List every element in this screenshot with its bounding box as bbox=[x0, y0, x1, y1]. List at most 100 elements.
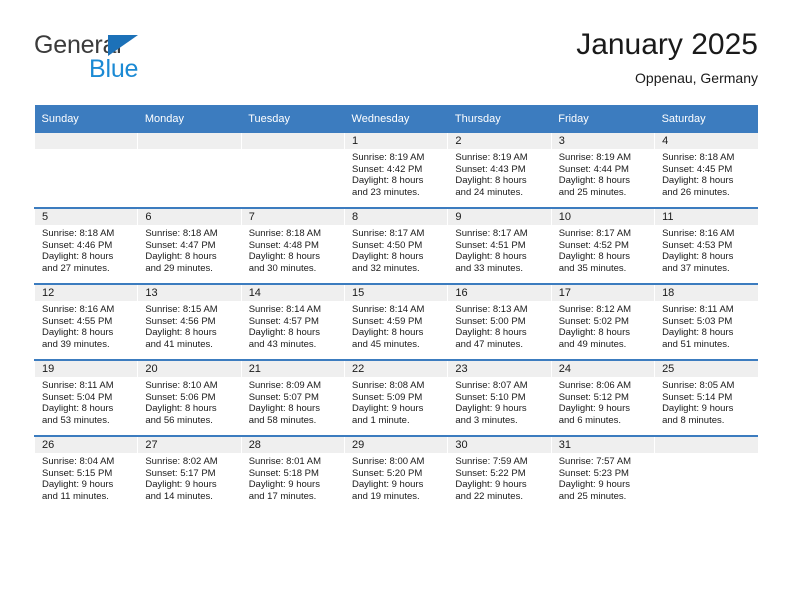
day-sun-info: Sunrise: 8:15 AM Sunset: 4:56 PM Daylight:… bbox=[138, 301, 240, 350]
calendar-day-cell[interactable]: 28 Sunrise: 8:01 AM Sunset: 5:18 PM Dayligh… bbox=[240, 435, 345, 511]
day-sunrise-line: Sunrise: 8:07 AM bbox=[455, 380, 528, 391]
calendar-day-cell[interactable]: 2 Sunrise: 8:19 AM Sunset: 4:43 PM Daylight… bbox=[447, 133, 552, 208]
day-daylight-line: and 25 minutes. bbox=[558, 490, 627, 502]
calendar-day-cell[interactable]: 3 Sunrise: 8:19 AM Sunset: 4:44 PM Daylight… bbox=[550, 133, 655, 208]
day-daylight-line: and 29 minutes. bbox=[145, 262, 213, 274]
calendar-day-cell[interactable]: 17 Sunrise: 8:12 AM Sunset: 5:02 PM Dayligh… bbox=[550, 283, 655, 360]
day-cell-inner bbox=[35, 133, 138, 207]
day-sun-info: Sunrise: 7:59 AM Sunset: 5:22 PM Daylight:… bbox=[448, 453, 550, 502]
day-daylight-line: Daylight: 8 hours bbox=[558, 251, 631, 263]
day-daylight-line: and 53 minutes. bbox=[42, 414, 110, 426]
calendar-day-cell[interactable]: 25 Sunrise: 8:05 AM Sunset: 5:14 PM Dayligh… bbox=[654, 359, 758, 436]
day-daylight-line: and 3 minutes. bbox=[455, 414, 518, 426]
day-sunrise-line: Sunrise: 8:16 AM bbox=[662, 228, 735, 239]
calendar-day-cell[interactable]: 6 Sunrise: 8:18 AM Sunset: 4:47 PM Daylight… bbox=[137, 207, 242, 284]
day-cell-inner: 6 Sunrise: 8:18 AM Sunset: 4:47 PM Daylight… bbox=[138, 209, 241, 283]
calendar-day-cell[interactable]: 27 Sunrise: 8:02 AM Sunset: 5:17 PM Dayligh… bbox=[137, 435, 242, 511]
calendar-day-cell[interactable]: 9 Sunrise: 8:17 AM Sunset: 4:51 PM Daylight… bbox=[447, 207, 552, 284]
day-sun-info: Sunrise: 8:19 AM Sunset: 4:44 PM Daylight:… bbox=[552, 149, 654, 198]
calendar-day-cell[interactable]: 24 Sunrise: 8:06 AM Sunset: 5:12 PM Dayligh… bbox=[550, 359, 655, 436]
calendar-day-cell[interactable]: 19 Sunrise: 8:11 AM Sunset: 5:04 PM Dayligh… bbox=[33, 359, 138, 436]
day-daylight-line: Daylight: 8 hours bbox=[352, 175, 424, 187]
day-sunset-line: Sunset: 5:10 PM bbox=[455, 391, 526, 403]
day-cell-inner: 2 Sunrise: 8:19 AM Sunset: 4:43 PM Daylight… bbox=[448, 133, 551, 207]
day-daylight-line: and 47 minutes. bbox=[455, 338, 523, 350]
calendar-day-cell[interactable]: 10 Sunrise: 8:17 AM Sunset: 4:52 PM Dayligh… bbox=[550, 207, 655, 284]
day-sun-info: Sunrise: 8:16 AM Sunset: 4:53 PM Daylight:… bbox=[655, 225, 758, 274]
calendar-day-cell[interactable]: 26 Sunrise: 8:04 AM Sunset: 5:15 PM Dayligh… bbox=[33, 435, 138, 511]
calendar-day-cell[interactable]: 14 Sunrise: 8:14 AM Sunset: 4:57 PM Dayligh… bbox=[240, 283, 345, 360]
page-header: General Blue January 2025 Oppenau, Germa… bbox=[34, 26, 758, 100]
calendar-day-cell[interactable]: 8 Sunrise: 8:17 AM Sunset: 4:50 PM Daylight… bbox=[344, 207, 448, 284]
day-number: 21 bbox=[241, 361, 345, 377]
calendar-day-cell[interactable]: 12 Sunrise: 8:16 AM Sunset: 4:55 PM Dayligh… bbox=[33, 283, 138, 360]
day-number: 1 bbox=[345, 133, 448, 149]
day-number: 23 bbox=[448, 361, 551, 377]
day-number bbox=[138, 133, 241, 149]
day-daylight-line: Daylight: 8 hours bbox=[662, 327, 734, 339]
calendar-day-cell[interactable]: 29 Sunrise: 8:00 AM Sunset: 5:20 PM Dayligh… bbox=[344, 435, 448, 511]
day-daylight-line: and 19 minutes. bbox=[352, 490, 420, 502]
general-blue-logo: General Blue bbox=[34, 32, 264, 92]
day-number bbox=[241, 133, 345, 149]
weekday-header-thursday: Thursday bbox=[447, 105, 552, 133]
day-number: 7 bbox=[241, 209, 345, 225]
calendar-day-cell[interactable]: 13 Sunrise: 8:15 AM Sunset: 4:56 PM Dayligh… bbox=[137, 283, 242, 360]
day-sunrise-line: Sunrise: 8:02 AM bbox=[145, 456, 218, 467]
day-daylight-line: and 33 minutes. bbox=[455, 262, 523, 274]
day-number: 6 bbox=[138, 209, 241, 225]
calendar-day-cell[interactable]: 5 Sunrise: 8:18 AM Sunset: 4:46 PM Daylight… bbox=[33, 207, 138, 284]
day-number: 24 bbox=[551, 361, 655, 377]
calendar-day-cell[interactable]: 15 Sunrise: 8:14 AM Sunset: 4:59 PM Dayligh… bbox=[344, 283, 448, 360]
day-sun-info: Sunrise: 8:09 AM Sunset: 5:07 PM Daylight:… bbox=[242, 377, 344, 426]
day-daylight-line: Daylight: 9 hours bbox=[558, 479, 631, 491]
day-sunrise-line: Sunrise: 7:59 AM bbox=[455, 456, 528, 467]
calendar-day-cell[interactable]: 31 Sunrise: 7:57 AM Sunset: 5:23 PM Dayligh… bbox=[550, 435, 655, 511]
day-sunrise-line: Sunrise: 8:01 AM bbox=[248, 456, 322, 467]
calendar-day-cell[interactable]: 7 Sunrise: 8:18 AM Sunset: 4:48 PM Daylight… bbox=[240, 207, 345, 284]
day-sunset-line: Sunset: 4:45 PM bbox=[662, 163, 733, 175]
calendar-day-cell[interactable]: 18 Sunrise: 8:11 AM Sunset: 5:03 PM Dayligh… bbox=[654, 283, 758, 360]
day-sunrise-line: Sunrise: 8:08 AM bbox=[352, 380, 425, 391]
calendar-day-cell[interactable]: 30 Sunrise: 7:59 AM Sunset: 5:22 PM Dayligh… bbox=[447, 435, 552, 511]
day-daylight-line: and 23 minutes. bbox=[352, 186, 420, 198]
calendar-day-cell[interactable]: 20 Sunrise: 8:10 AM Sunset: 5:06 PM Dayligh… bbox=[137, 359, 242, 436]
calendar-day-cell[interactable]: 23 Sunrise: 8:07 AM Sunset: 5:10 PM Dayligh… bbox=[447, 359, 552, 436]
day-sunrise-line: Sunrise: 8:19 AM bbox=[558, 152, 632, 163]
day-number: 15 bbox=[345, 285, 448, 301]
day-sun-info: Sunrise: 8:17 AM Sunset: 4:51 PM Daylight:… bbox=[448, 225, 550, 274]
day-number: 22 bbox=[345, 361, 448, 377]
day-sunrise-line: Sunrise: 8:13 AM bbox=[455, 304, 528, 315]
weekday-header-tuesday: Tuesday bbox=[241, 105, 345, 133]
calendar-week-row: 12 Sunrise: 8:16 AM Sunset: 4:55 PM Dayligh… bbox=[33, 283, 758, 360]
calendar-day-cell[interactable]: 22 Sunrise: 8:08 AM Sunset: 5:09 PM Dayligh… bbox=[344, 359, 448, 436]
day-sun-info: Sunrise: 8:00 AM Sunset: 5:20 PM Daylight:… bbox=[345, 453, 447, 502]
day-sun-info: Sunrise: 8:10 AM Sunset: 5:06 PM Daylight:… bbox=[138, 377, 240, 426]
calendar-day-cell-empty bbox=[654, 435, 758, 511]
day-daylight-line: and 22 minutes. bbox=[455, 490, 523, 502]
day-sunrise-line: Sunrise: 8:11 AM bbox=[42, 380, 114, 391]
day-daylight-line: Daylight: 9 hours bbox=[558, 403, 631, 415]
day-sunrise-line: Sunrise: 8:12 AM bbox=[558, 304, 632, 315]
day-cell-inner: 7 Sunrise: 8:18 AM Sunset: 4:48 PM Daylight… bbox=[241, 209, 345, 283]
day-sunset-line: Sunset: 5:12 PM bbox=[558, 391, 629, 403]
title-block: January 2025 Oppenau, Germany bbox=[576, 26, 758, 88]
day-number: 31 bbox=[551, 437, 655, 453]
day-sun-info: Sunrise: 8:13 AM Sunset: 5:00 PM Daylight:… bbox=[448, 301, 550, 350]
weekday-header-friday: Friday bbox=[551, 105, 655, 133]
calendar-day-cell[interactable]: 16 Sunrise: 8:13 AM Sunset: 5:00 PM Dayligh… bbox=[447, 283, 552, 360]
calendar-day-cell[interactable]: 1 Sunrise: 8:19 AM Sunset: 4:42 PM Daylight… bbox=[344, 133, 448, 208]
day-cell-inner: 9 Sunrise: 8:17 AM Sunset: 4:51 PM Daylight… bbox=[448, 209, 551, 283]
day-cell-inner: 24 Sunrise: 8:06 AM Sunset: 5:12 PM Dayligh… bbox=[551, 361, 655, 435]
day-number: 28 bbox=[241, 437, 345, 453]
day-daylight-line: Daylight: 8 hours bbox=[352, 327, 424, 339]
day-sunrise-line: Sunrise: 8:06 AM bbox=[558, 380, 632, 391]
day-cell-inner: 25 Sunrise: 8:05 AM Sunset: 5:14 PM Dayligh… bbox=[655, 361, 758, 435]
calendar-day-cell[interactable]: 21 Sunrise: 8:09 AM Sunset: 5:07 PM Dayligh… bbox=[240, 359, 345, 436]
day-sunset-line: Sunset: 5:22 PM bbox=[455, 467, 526, 479]
calendar-day-cell[interactable]: 4 Sunrise: 8:18 AM Sunset: 4:45 PM Daylight… bbox=[654, 133, 758, 208]
day-sun-info: Sunrise: 8:14 AM Sunset: 4:57 PM Daylight:… bbox=[242, 301, 344, 350]
day-sun-info: Sunrise: 8:18 AM Sunset: 4:48 PM Daylight:… bbox=[242, 225, 344, 274]
calendar-day-cell[interactable]: 11 Sunrise: 8:16 AM Sunset: 4:53 PM Dayligh… bbox=[654, 207, 758, 284]
day-daylight-line: Daylight: 8 hours bbox=[248, 251, 320, 263]
